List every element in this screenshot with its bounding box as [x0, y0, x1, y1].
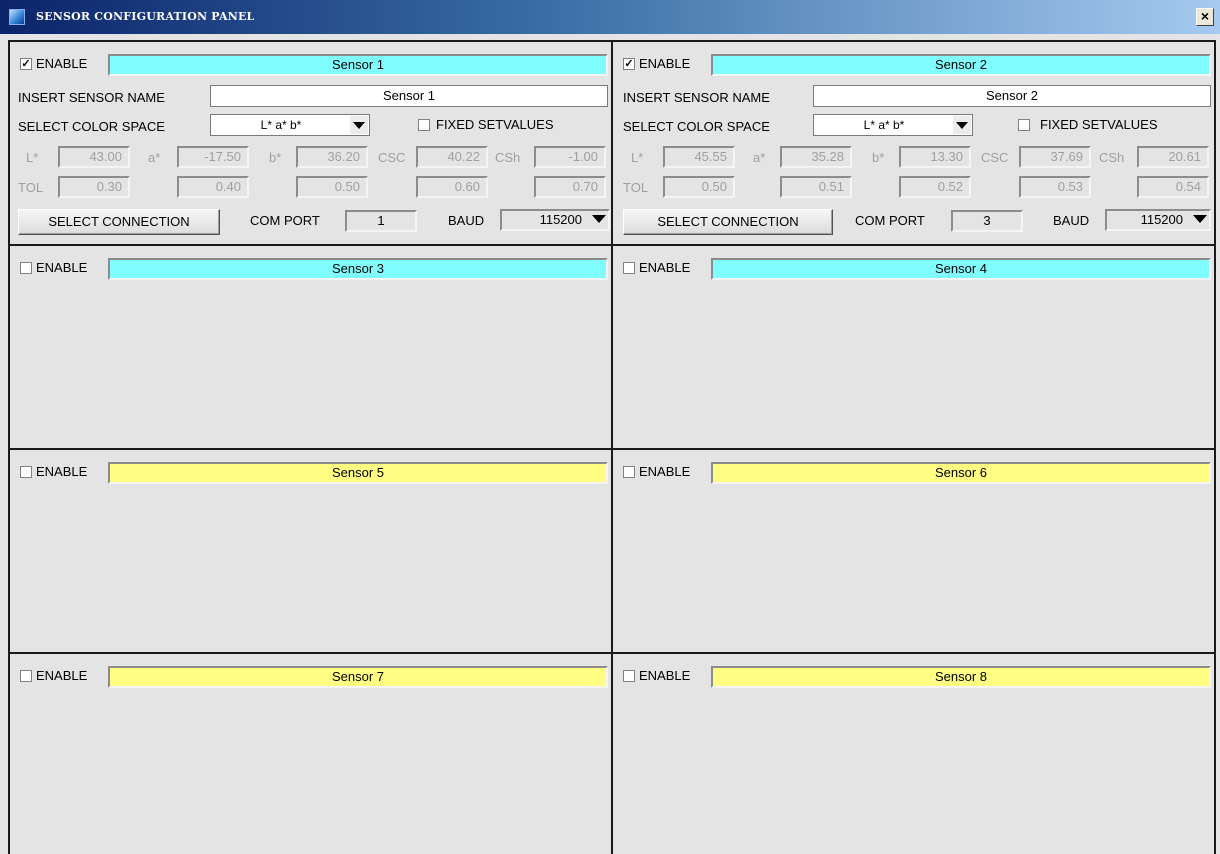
csc-value-2: 37.69: [1019, 146, 1091, 168]
color-space-value-1: L* a* b*: [260, 118, 302, 132]
sensor-panel-4: ENABLE Sensor 4: [611, 244, 1216, 450]
sensor-name-input-1[interactable]: Sensor 1: [210, 85, 608, 107]
enable-checkbox-2[interactable]: ✓: [623, 58, 635, 70]
tol-value-2-3: 0.52: [899, 176, 971, 198]
enable-checkbox-7[interactable]: [20, 670, 32, 682]
sensor-name-display-8: Sensor 8: [711, 666, 1211, 688]
enable-label-4: ENABLE: [639, 260, 691, 275]
csh-label-2: CSh: [1099, 150, 1125, 165]
sensor-name-display-3: Sensor 3: [108, 258, 608, 280]
a-value-1: -17.50: [177, 146, 249, 168]
chevron-down-icon[interactable]: [350, 116, 368, 134]
enable-label-6: ENABLE: [639, 464, 691, 479]
tol-value-1-5: 0.70: [534, 176, 606, 198]
enable-label-1: ENABLE: [36, 56, 88, 71]
l-value-2: 45.55: [663, 146, 735, 168]
sensor-name-display-2: Sensor 2: [711, 54, 1211, 76]
sensor-name-display-4: Sensor 4: [711, 258, 1211, 280]
enable-label-2: ENABLE: [639, 56, 691, 71]
a-label-2: a*: [753, 150, 766, 165]
select-color-space-label-1: SELECT COLOR SPACE: [18, 119, 165, 134]
com-port-label-2: COM PORT: [855, 213, 925, 228]
enable-checkbox-6[interactable]: [623, 466, 635, 478]
b-value-2: 13.30: [899, 146, 971, 168]
b-value-1: 36.20: [296, 146, 368, 168]
select-connection-button-2[interactable]: SELECT CONNECTION: [623, 209, 833, 235]
baud-value-2: 115200: [1140, 212, 1183, 227]
sensor-panel-5: ENABLE Sensor 5: [8, 448, 613, 654]
enable-label-5: ENABLE: [36, 464, 88, 479]
color-space-dropdown-1[interactable]: L* a* b*: [210, 114, 370, 136]
csc-value-1: 40.22: [416, 146, 488, 168]
sensor-panel-2: ✓ ENABLE Sensor 2 INSERT SENSOR NAME Sen…: [611, 40, 1216, 246]
title-bar: SENSOR CONFIGURATION PANEL ×: [0, 0, 1220, 34]
baud-value-1: 115200: [539, 212, 582, 227]
baud-dropdown-1[interactable]: 115200: [500, 209, 610, 231]
enable-checkbox-4[interactable]: [623, 262, 635, 274]
chevron-down-icon[interactable]: [953, 116, 971, 134]
csh-value-2: 20.61: [1137, 146, 1209, 168]
chevron-down-icon[interactable]: [1193, 215, 1207, 223]
com-port-label-1: COM PORT: [250, 213, 320, 228]
csh-value-1: -1.00: [534, 146, 606, 168]
sensor-panel-8: ENABLE Sensor 8: [611, 652, 1216, 854]
a-value-2: 35.28: [780, 146, 852, 168]
select-connection-button-1[interactable]: SELECT CONNECTION: [18, 209, 220, 235]
tol-value-2-1: 0.50: [663, 176, 735, 198]
enable-label-7: ENABLE: [36, 668, 88, 683]
csh-label-1: CSh: [495, 150, 521, 165]
tol-value-2-2: 0.51: [780, 176, 852, 198]
enable-checkbox-5[interactable]: [20, 466, 32, 478]
tol-value-2-4: 0.53: [1019, 176, 1091, 198]
window-title: SENSOR CONFIGURATION PANEL: [36, 10, 255, 23]
a-label-1: a*: [148, 150, 161, 165]
b-label-2: b*: [872, 150, 885, 165]
l-label-2: L*: [631, 150, 644, 165]
l-label-1: L*: [26, 150, 39, 165]
b-label-1: b*: [269, 150, 282, 165]
enable-checkbox-8[interactable]: [623, 670, 635, 682]
sensor-name-display-1: Sensor 1: [108, 54, 608, 76]
insert-name-label-2: INSERT SENSOR NAME: [623, 90, 770, 105]
enable-label-8: ENABLE: [639, 668, 691, 683]
l-value-1: 43.00: [58, 146, 130, 168]
sensor-panel-1: ✓ ENABLE Sensor 1 INSERT SENSOR NAME Sen…: [8, 40, 613, 246]
csc-label-2: CSC: [981, 150, 1009, 165]
tol-value-1-2: 0.40: [177, 176, 249, 198]
tol-value-1-4: 0.60: [416, 176, 488, 198]
insert-name-label-1: INSERT SENSOR NAME: [18, 90, 165, 105]
fixed-setvalues-label-1: FIXED SETVALUES: [436, 117, 554, 132]
enable-checkbox-3[interactable]: [20, 262, 32, 274]
baud-label-1: BAUD: [448, 213, 485, 228]
tol-label-2: TOL: [623, 180, 649, 195]
sensor-name-input-2[interactable]: Sensor 2: [813, 85, 1211, 107]
sensor-name-display-6: Sensor 6: [711, 462, 1211, 484]
select-color-space-label-2: SELECT COLOR SPACE: [623, 119, 770, 134]
csc-label-1: CSC: [378, 150, 406, 165]
com-port-field-2[interactable]: 3: [951, 210, 1023, 232]
fixed-setvalues-label-2: FIXED SETVALUES: [1040, 117, 1158, 132]
sensor-panel-7: ENABLE Sensor 7: [8, 652, 613, 854]
baud-dropdown-2[interactable]: 115200: [1105, 209, 1211, 231]
enable-checkbox-1[interactable]: ✓: [20, 58, 32, 70]
sensor-panel-6: ENABLE Sensor 6: [611, 448, 1216, 654]
fixed-setvalues-checkbox-2[interactable]: [1018, 119, 1030, 131]
enable-label-3: ENABLE: [36, 260, 88, 275]
app-window-icon: [9, 9, 25, 25]
com-port-field-1[interactable]: 1: [345, 210, 417, 232]
tol-value-1-3: 0.50: [296, 176, 368, 198]
sensor-panel-3: ENABLE Sensor 3: [8, 244, 613, 450]
close-button[interactable]: ×: [1196, 8, 1214, 26]
tol-label-1: TOL: [18, 180, 44, 195]
baud-label-2: BAUD: [1053, 213, 1090, 228]
chevron-down-icon[interactable]: [592, 215, 606, 223]
color-space-dropdown-2[interactable]: L* a* b*: [813, 114, 973, 136]
color-space-value-2: L* a* b*: [863, 118, 905, 132]
tol-value-2-5: 0.54: [1137, 176, 1209, 198]
sensor-name-display-5: Sensor 5: [108, 462, 608, 484]
sensor-name-display-7: Sensor 7: [108, 666, 608, 688]
fixed-setvalues-checkbox-1[interactable]: [418, 119, 430, 131]
tol-value-1-1: 0.30: [58, 176, 130, 198]
